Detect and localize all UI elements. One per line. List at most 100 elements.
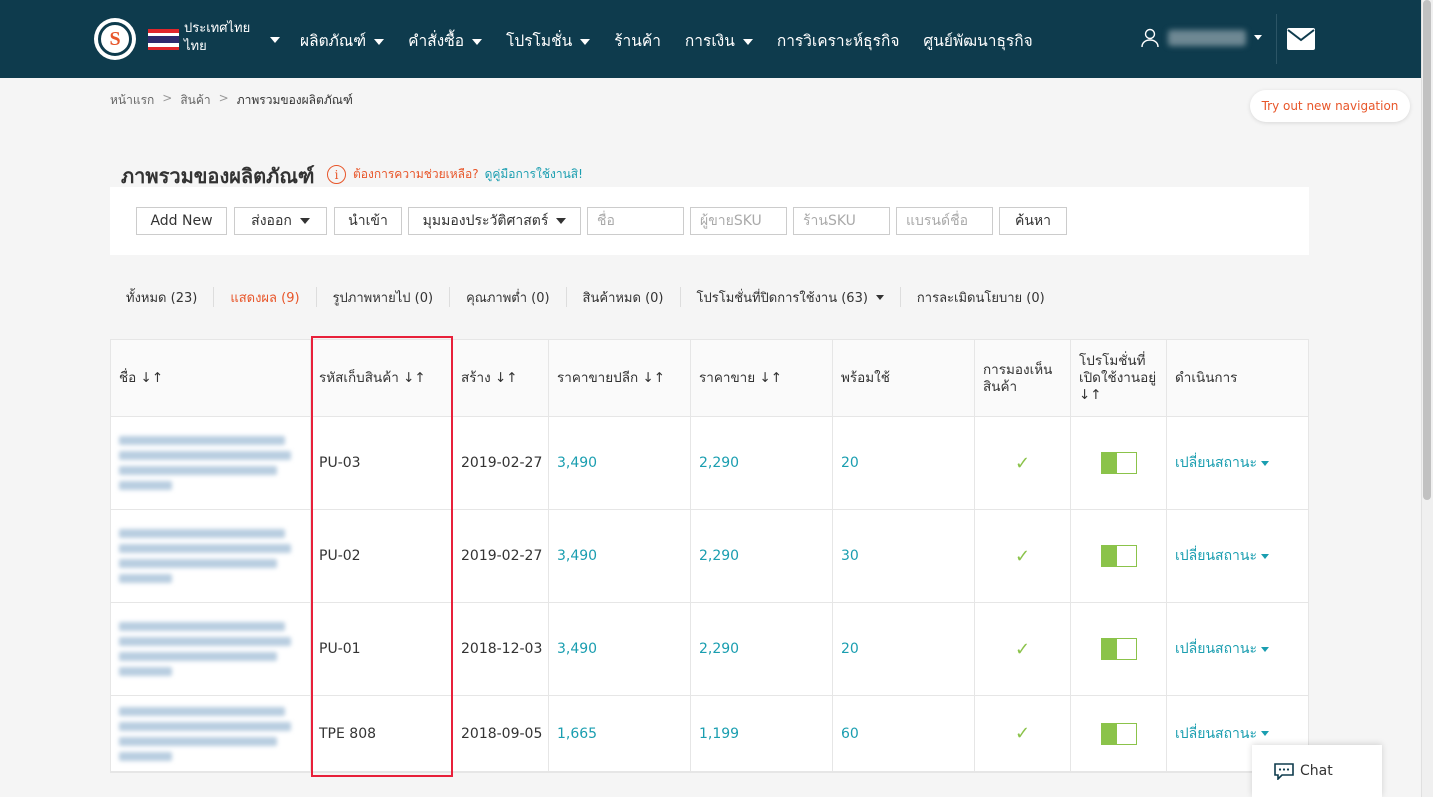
promo-toggle-cell — [1071, 603, 1167, 695]
filter-tab[interactable]: สินค้าหมด (0) — [567, 287, 681, 307]
available-stock-cell[interactable]: 20 — [833, 417, 975, 509]
retail-price-cell[interactable]: 3,490 — [549, 603, 691, 695]
filter-tab-label: สินค้าหมด (0) — [582, 290, 664, 306]
filter-tab[interactable]: ทั้งหมด (23) — [110, 287, 215, 307]
country-selector[interactable]: ประเทศไทย ไทย — [184, 20, 250, 56]
header-visibility: การมองเห็นสินค้า — [975, 340, 1071, 417]
promo-toggle[interactable] — [1100, 452, 1137, 474]
seller-sku-input[interactable]: ผู้ขายSKU — [690, 207, 787, 235]
header-name[interactable]: ชื่อ ↓↑ — [111, 340, 311, 417]
product-name-blurred[interactable] — [119, 430, 294, 496]
nav-menu-item[interactable]: คำสั่งซื้อ — [408, 28, 483, 53]
retail-price-cell[interactable]: 3,490 — [549, 417, 691, 509]
header-sku[interactable]: รหัสเก็บสินค้า ↓↑ — [311, 340, 453, 417]
nav-menu-label: ศูนย์พัฒนาธุรกิจ — [923, 32, 1033, 50]
thailand-flag-icon[interactable] — [148, 29, 179, 50]
created-date-cell: 2019-02-27 — [453, 510, 549, 602]
promo-toggle[interactable] — [1100, 722, 1137, 745]
nav-menu-item[interactable]: การเงิน — [685, 28, 753, 53]
nav-menu-item[interactable]: ร้านค้า — [614, 28, 661, 53]
sale-price-cell[interactable]: 2,290 — [691, 510, 833, 602]
chevron-down-icon — [556, 218, 567, 224]
change-status-dropdown[interactable]: เปลี่ยนสถานะ — [1167, 510, 1310, 602]
table-header: ชื่อ ↓↑ รหัสเก็บสินค้า ↓↑ สร้าง ↓↑ ราคาข… — [111, 340, 1308, 417]
promo-toggle[interactable] — [1100, 638, 1137, 660]
available-stock-cell[interactable]: 20 — [833, 603, 975, 695]
available-stock-cell[interactable]: 60 — [833, 696, 975, 771]
filter-tab[interactable]: โปรโมชั่นที่ปิดการใช้งาน (63) — [681, 287, 901, 307]
header-sale-price[interactable]: ราคาขาย ↓↑ — [691, 340, 833, 417]
filter-tab[interactable]: คุณภาพต่ำ (0) — [450, 287, 567, 307]
add-new-button[interactable]: Add New — [136, 207, 227, 235]
user-menu-chevron-icon[interactable] — [1254, 35, 1262, 40]
promo-toggle[interactable] — [1100, 545, 1137, 567]
change-status-dropdown[interactable]: เปลี่ยนสถานะ — [1167, 603, 1310, 695]
promo-toggle-cell — [1071, 417, 1167, 509]
product-name-cell[interactable] — [111, 696, 311, 771]
scrollbar-thumb[interactable] — [1423, 0, 1431, 500]
search-button[interactable]: ค้นหา — [999, 207, 1067, 235]
nav-menu-item[interactable]: ผลิตภัณฑ์ — [300, 28, 385, 53]
retail-price-cell[interactable]: 3,490 — [549, 510, 691, 602]
filter-tab[interactable]: การละเมิดนโยบาย (0) — [901, 287, 1061, 307]
seller-center-logo[interactable]: S — [94, 18, 136, 60]
filter-tab-label: โปรโมชั่นที่ปิดการใช้งาน (63) — [696, 290, 868, 306]
brand-name-input[interactable]: แบรนด์ชื่อ — [896, 207, 993, 235]
sale-price-cell[interactable]: 2,290 — [691, 603, 833, 695]
breadcrumb-home[interactable]: หน้าแรก — [110, 91, 154, 110]
name-search-input[interactable]: ชื่อ — [587, 207, 684, 235]
product-name-cell[interactable] — [111, 603, 311, 695]
shop-sku-input[interactable]: ร้านSKU — [793, 207, 890, 235]
chevron-down-icon[interactable] — [270, 37, 280, 43]
sku-cell: PU-02 — [311, 510, 453, 602]
retail-price-cell[interactable]: 1,665 — [549, 696, 691, 771]
filter-tab-label: ทั้งหมด (23) — [126, 290, 198, 306]
product-name-cell[interactable] — [111, 417, 311, 509]
filter-tab[interactable]: รูปภาพหายไป (0) — [317, 287, 451, 307]
try-new-navigation-button[interactable]: Try out new navigation — [1250, 90, 1410, 122]
visibility-check-icon: ✓ — [975, 603, 1071, 695]
user-icon[interactable] — [1140, 28, 1160, 48]
visibility-check-icon: ✓ — [975, 510, 1071, 602]
nav-menu-item[interactable]: โปรโมชั่น — [506, 28, 591, 53]
change-status-label: เปลี่ยนสถานะ — [1175, 548, 1257, 564]
header-created[interactable]: สร้าง ↓↑ — [453, 340, 549, 417]
breadcrumb-products[interactable]: สินค้า — [180, 91, 210, 110]
help-section: i ต้องการความช่วยเหลือ? ดูคู่มือการใช้งา… — [327, 165, 583, 184]
user-name-blurred[interactable] — [1168, 30, 1246, 46]
chat-button[interactable]: Chat — [1252, 745, 1382, 797]
change-status-dropdown[interactable]: เปลี่ยนสถานะ — [1167, 417, 1310, 509]
page-scrollbar[interactable] — [1421, 0, 1433, 797]
sale-price-cell[interactable]: 2,290 — [691, 417, 833, 509]
nav-menu-label: โปรโมชั่น — [506, 32, 573, 50]
chevron-down-icon — [742, 38, 753, 45]
product-name-cell[interactable] — [111, 510, 311, 602]
filter-tab[interactable]: แสดงผล (9) — [214, 287, 317, 307]
chevron-down-icon — [1261, 553, 1269, 559]
history-view-dropdown[interactable]: มุมมองประวัติศาสตร์ — [408, 207, 581, 235]
help-guide-link[interactable]: ดูคู่มือการใช้งานสิ! — [485, 165, 583, 184]
header-retail-price[interactable]: ราคาขายปลีก ↓↑ — [549, 340, 691, 417]
nav-menu-item[interactable]: ศูนย์พัฒนาธุรกิจ — [923, 28, 1032, 53]
promo-toggle-cell — [1071, 510, 1167, 602]
sale-price-cell[interactable]: 1,199 — [691, 696, 833, 771]
mail-icon[interactable] — [1287, 28, 1315, 50]
product-name-blurred[interactable] — [119, 701, 294, 767]
info-icon: i — [327, 165, 346, 184]
visibility-check-icon: ✓ — [975, 417, 1071, 509]
available-stock-cell[interactable]: 30 — [833, 510, 975, 602]
sku-cell: TPE 808 — [311, 696, 453, 771]
product-name-blurred[interactable] — [119, 523, 294, 589]
header-active-promo[interactable]: โปรโมชั่นที่เปิดใช้งานอยู่ ↓↑ — [1071, 340, 1167, 417]
export-dropdown-button[interactable]: ส่งออก — [234, 207, 327, 235]
import-button[interactable]: นำเข้า — [334, 207, 402, 235]
filter-tab-label: แสดงผล (9) — [230, 290, 300, 306]
sku-cell: PU-01 — [311, 603, 453, 695]
chevron-down-icon — [299, 218, 310, 224]
product-name-blurred[interactable] — [119, 616, 294, 682]
product-toolbar: Add New ส่งออก นำเข้า มุมมองประวัติศาสตร… — [110, 187, 1309, 255]
logo-mark: S — [98, 22, 132, 56]
nav-menu-item[interactable]: การวิเคราะห์ธุรกิจ — [777, 28, 900, 53]
main-menu: ผลิตภัณฑ์ คำสั่งซื้อ โปรโมชั่น ร้านค้า การเง… — [300, 28, 1057, 53]
language-label: ไทย — [184, 39, 207, 54]
